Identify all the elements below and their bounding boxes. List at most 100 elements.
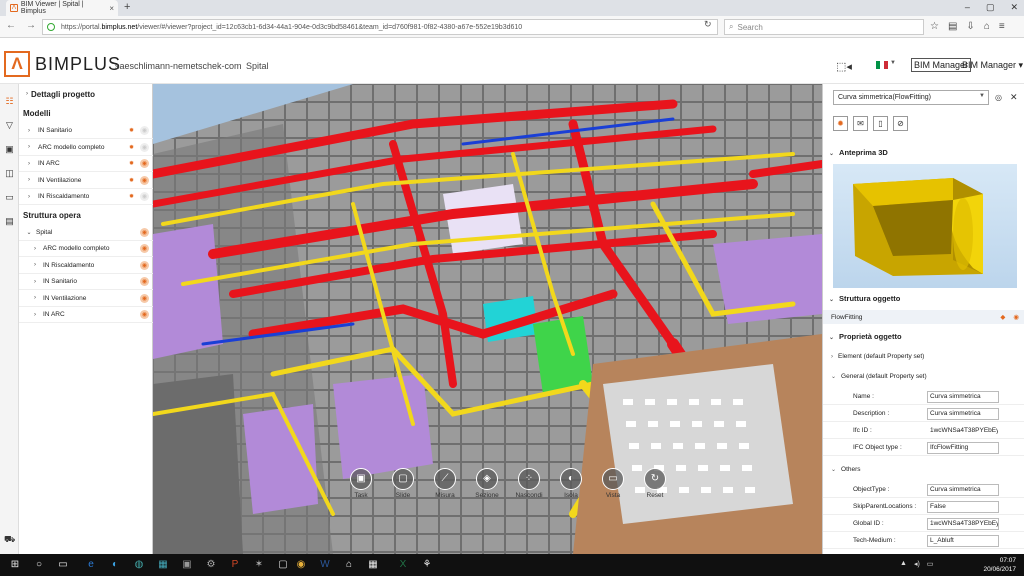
room-block[interactable] <box>333 374 433 479</box>
layers-icon[interactable]: ◫ <box>4 168 15 179</box>
isolate-icon[interactable]: ◐ <box>560 468 582 490</box>
tool-sezione[interactable]: ◈ Sezione <box>469 468 505 499</box>
eye-icon[interactable]: ◉ <box>140 310 149 319</box>
comments-tab[interactable]: ✉ <box>853 116 868 131</box>
chevron-right-icon[interactable]: › <box>25 194 33 200</box>
chevron-down-icon[interactable]: ▼ <box>979 93 985 99</box>
menu-icon[interactable]: ≡ <box>999 21 1005 32</box>
filter-icon[interactable]: ▽ <box>4 120 15 131</box>
app-star-icon[interactable]: ✶ <box>252 558 266 572</box>
tool-vista[interactable]: ▭ Vista <box>595 468 631 499</box>
ie-icon[interactable]: ◐ <box>108 558 122 572</box>
edge-icon[interactable]: e <box>84 558 98 572</box>
room-block[interactable] <box>443 184 523 254</box>
structure-row[interactable]: › IN Sanitario ◉ <box>19 274 153 290</box>
property-value-field[interactable]: IfcFlowFitting <box>927 441 999 454</box>
diamond-icon[interactable]: ◆ <box>1000 313 1005 321</box>
room-block[interactable] <box>153 224 223 359</box>
tool-reset[interactable]: ↻ Reset <box>637 468 673 499</box>
property-value-field[interactable]: False <box>927 500 999 513</box>
language-caret-icon[interactable]: ▼ <box>890 60 896 66</box>
hierarchy-icon[interactable]: ☷ <box>4 96 15 107</box>
close-window-button[interactable]: ✕ <box>1010 2 1018 13</box>
chevron-right-icon[interactable]: › <box>31 295 39 301</box>
structure-section-header[interactable]: ⌄ Struttura oggetto <box>829 294 900 303</box>
chevron-right-icon[interactable]: › <box>25 177 33 183</box>
documents-tab[interactable]: ▯ <box>873 116 888 131</box>
clipboard-icon[interactable]: ▣ <box>350 468 372 490</box>
structure-row[interactable]: › ARC modello completo ◉ <box>19 241 153 257</box>
model-settings-icon[interactable]: ✹ <box>127 192 136 201</box>
excel-icon[interactable]: X <box>396 558 410 572</box>
selection-mode-icon[interactable]: ⬚◂ <box>836 60 852 73</box>
word-icon[interactable]: W <box>318 558 332 572</box>
app-globe-icon[interactable]: ◍ <box>132 558 146 572</box>
model-row[interactable]: › IN Ventilazione ✹ ◉ <box>19 173 153 189</box>
general-set-header[interactable]: ⌄ General (default Property set) <box>831 373 927 380</box>
store-icon[interactable]: ⌂ <box>342 558 356 572</box>
task-view-icon[interactable]: ▭ <box>56 558 70 572</box>
network-icon[interactable]: ▲ <box>900 560 907 568</box>
eye-icon[interactable]: ◉ <box>140 277 149 286</box>
close-panel-icon[interactable]: ✕ <box>1010 92 1018 103</box>
battery-icon[interactable]: ▭ <box>927 560 934 568</box>
maximize-button[interactable]: ▢ <box>986 2 995 13</box>
property-value-field[interactable]: Curva simmetrica <box>927 390 999 403</box>
app-chart-icon[interactable]: ▦ <box>156 558 170 572</box>
chevron-right-icon[interactable]: › <box>25 144 33 150</box>
object-selector[interactable]: Curva simmetrica(FlowFitting) <box>833 90 989 105</box>
bookmark-star-icon[interactable]: ☆ <box>930 21 939 32</box>
cart-icon[interactable]: ⛟ <box>4 534 15 545</box>
tool-slide[interactable]: ▢ Slide <box>385 468 421 499</box>
structure-row[interactable]: › IN Ventilazione ◉ <box>19 291 153 307</box>
chevron-right-icon[interactable]: › <box>25 128 33 134</box>
camera-icon[interactable]: ▭ <box>602 468 624 490</box>
browser-tab[interactable]: Λ BIM Viewer | Spital | Bimplus × <box>6 0 118 16</box>
bimplus-logo[interactable]: Λ <box>4 51 30 77</box>
reset-icon[interactable]: ↻ <box>644 468 666 490</box>
chrome-icon[interactable]: ◉ <box>294 558 308 572</box>
eye-icon[interactable]: ◉ <box>140 142 149 152</box>
element-set-header[interactable]: › Element (default Property set) <box>831 353 924 360</box>
calculator-icon[interactable]: ▦ <box>366 558 380 572</box>
tool-misura[interactable]: ⟋ Misura <box>427 468 463 499</box>
user-menu[interactable]: BIM Manager ▾ <box>962 60 1023 71</box>
hide-eye-icon[interactable]: ◎ <box>995 93 1002 102</box>
eye-icon[interactable]: ◉ <box>140 175 149 185</box>
clock[interactable]: 07:07 20/06/2017 <box>983 556 1016 574</box>
chevron-right-icon[interactable]: › <box>31 262 39 268</box>
model-settings-icon[interactable]: ✹ <box>127 126 136 135</box>
eye-icon[interactable]: ◉ <box>140 126 149 135</box>
reload-icon[interactable]: ↻ <box>704 19 712 30</box>
tasks-icon[interactable]: ▣ <box>4 144 15 155</box>
property-value-field[interactable]: Curva simmetrica <box>927 407 999 420</box>
tool-nascondi[interactable]: ⁘ Nascondi <box>511 468 547 499</box>
windows-start-icon[interactable]: ⊞ <box>8 558 22 572</box>
model-settings-icon[interactable]: ✹ <box>127 176 136 185</box>
app-window-icon[interactable]: ▢ <box>276 558 290 572</box>
property-value-field[interactable]: 1wcWNSa4T38PYEbEyu <box>927 517 999 530</box>
model-row[interactable]: › IN Riscaldamento ✹ ◉ <box>19 189 153 205</box>
new-tab-button[interactable]: + <box>124 2 130 13</box>
home-icon[interactable]: ⌂ <box>984 21 990 32</box>
chevron-right-icon[interactable]: › <box>25 161 33 167</box>
search-box[interactable]: ⌕ Search <box>724 19 924 35</box>
slide-icon[interactable]: ▢ <box>392 468 414 490</box>
powerpoint-icon[interactable]: P <box>228 558 242 572</box>
minimize-button[interactable]: – <box>965 2 970 13</box>
object-info-tab[interactable]: ✹ <box>833 116 848 131</box>
properties-section-header[interactable]: ⌄ Proprietà oggetto <box>829 332 902 341</box>
project-details-row[interactable]: › Dettagli progetto <box>19 86 153 102</box>
slides-icon[interactable]: ▤ <box>4 216 15 227</box>
eye-icon[interactable]: ◉ <box>140 159 149 168</box>
property-value-field[interactable]: Curva simmetrica <box>927 483 999 496</box>
property-value-field[interactable]: L_Abluft <box>927 534 999 547</box>
downloads-icon[interactable]: ⇩ <box>966 21 974 32</box>
model-settings-icon[interactable]: ✹ <box>127 159 136 168</box>
structure-item-row[interactable]: FlowFitting ◆ ◉ <box>823 310 1024 324</box>
project-selector[interactable]: Spital <box>246 61 269 71</box>
eye-icon[interactable]: ◉ <box>140 192 149 201</box>
attachments-icon[interactable]: ▭ <box>4 192 15 203</box>
model-row[interactable]: › IN Sanitario ✹ ◉ <box>19 123 153 139</box>
preview-section-header[interactable]: ⌄ Anteprima 3D <box>829 148 888 157</box>
